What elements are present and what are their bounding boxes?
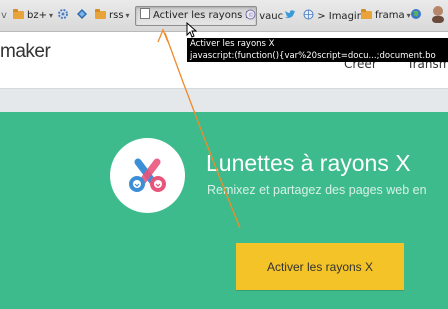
bookmark-label: vauc [259, 11, 284, 22]
bookmark-vauc[interactable]: © vauc [245, 8, 283, 24]
twitter-bookmark-icon[interactable] [284, 8, 296, 24]
bookmark-folder-bz[interactable]: bz+ ▾ [13, 8, 53, 24]
bookmark-overflow-chevron[interactable]: v [1, 8, 7, 24]
bookmark-label: Activer les rayons X [153, 10, 253, 21]
bookmark-label: rss [109, 10, 124, 21]
folder-icon [13, 9, 24, 19]
tooltip-url: javascript:(function(){var%20script=docu… [190, 51, 436, 61]
xray-goggles-icon [129, 158, 166, 192]
folder-icon [361, 9, 372, 19]
globe-icon: © [245, 9, 256, 20]
bookmark-tooltip: Activer les rayons X javascript:(functio… [187, 38, 448, 62]
twitter-bird-icon [285, 10, 296, 18]
bookmark-folder-frama[interactable]: frama ▾ [361, 8, 411, 24]
hero-title: Lunettes à rayons X [206, 150, 411, 176]
diamond-bookmark-icon[interactable] [76, 8, 88, 24]
chevron-down-icon: ▾ [48, 11, 53, 20]
svg-text:©: © [248, 12, 254, 19]
globe-bookmark-icon[interactable] [410, 8, 422, 24]
hero-subtitle: Remixez et partagez des pages web en [207, 183, 427, 197]
folder-icon [95, 9, 106, 19]
secondary-bar [0, 88, 448, 113]
profile-avatar[interactable] [430, 5, 446, 23]
earth-icon [411, 9, 421, 19]
bookmarks-toolbar: v bz+ ▾ rss ▾ Activer les rayons X © vauc … [0, 0, 448, 32]
globe-icon [303, 9, 314, 20]
avatar-icon [432, 6, 444, 23]
bookmark-label: bz+ [27, 10, 47, 21]
page-icon [140, 8, 150, 19]
xray-goggles-logo [110, 138, 185, 213]
site-logo[interactable]: maker [0, 41, 51, 63]
mouse-cursor-icon [186, 22, 197, 38]
activate-xray-button[interactable]: Activer les rayons X [236, 243, 404, 290]
diamond-icon [77, 9, 87, 19]
bookmark-folder-rss[interactable]: rss ▾ [95, 8, 130, 24]
bookmark-label: > Imagin [317, 11, 364, 22]
gear-icon [58, 9, 68, 19]
bookmark-label: frama [375, 10, 405, 21]
gear-bookmark-icon[interactable] [57, 8, 69, 24]
chevron-down-icon: ▾ [125, 11, 130, 20]
tooltip-title: Activer les rayons X [190, 39, 275, 49]
bookmark-imagin[interactable]: > Imagin [303, 8, 363, 24]
